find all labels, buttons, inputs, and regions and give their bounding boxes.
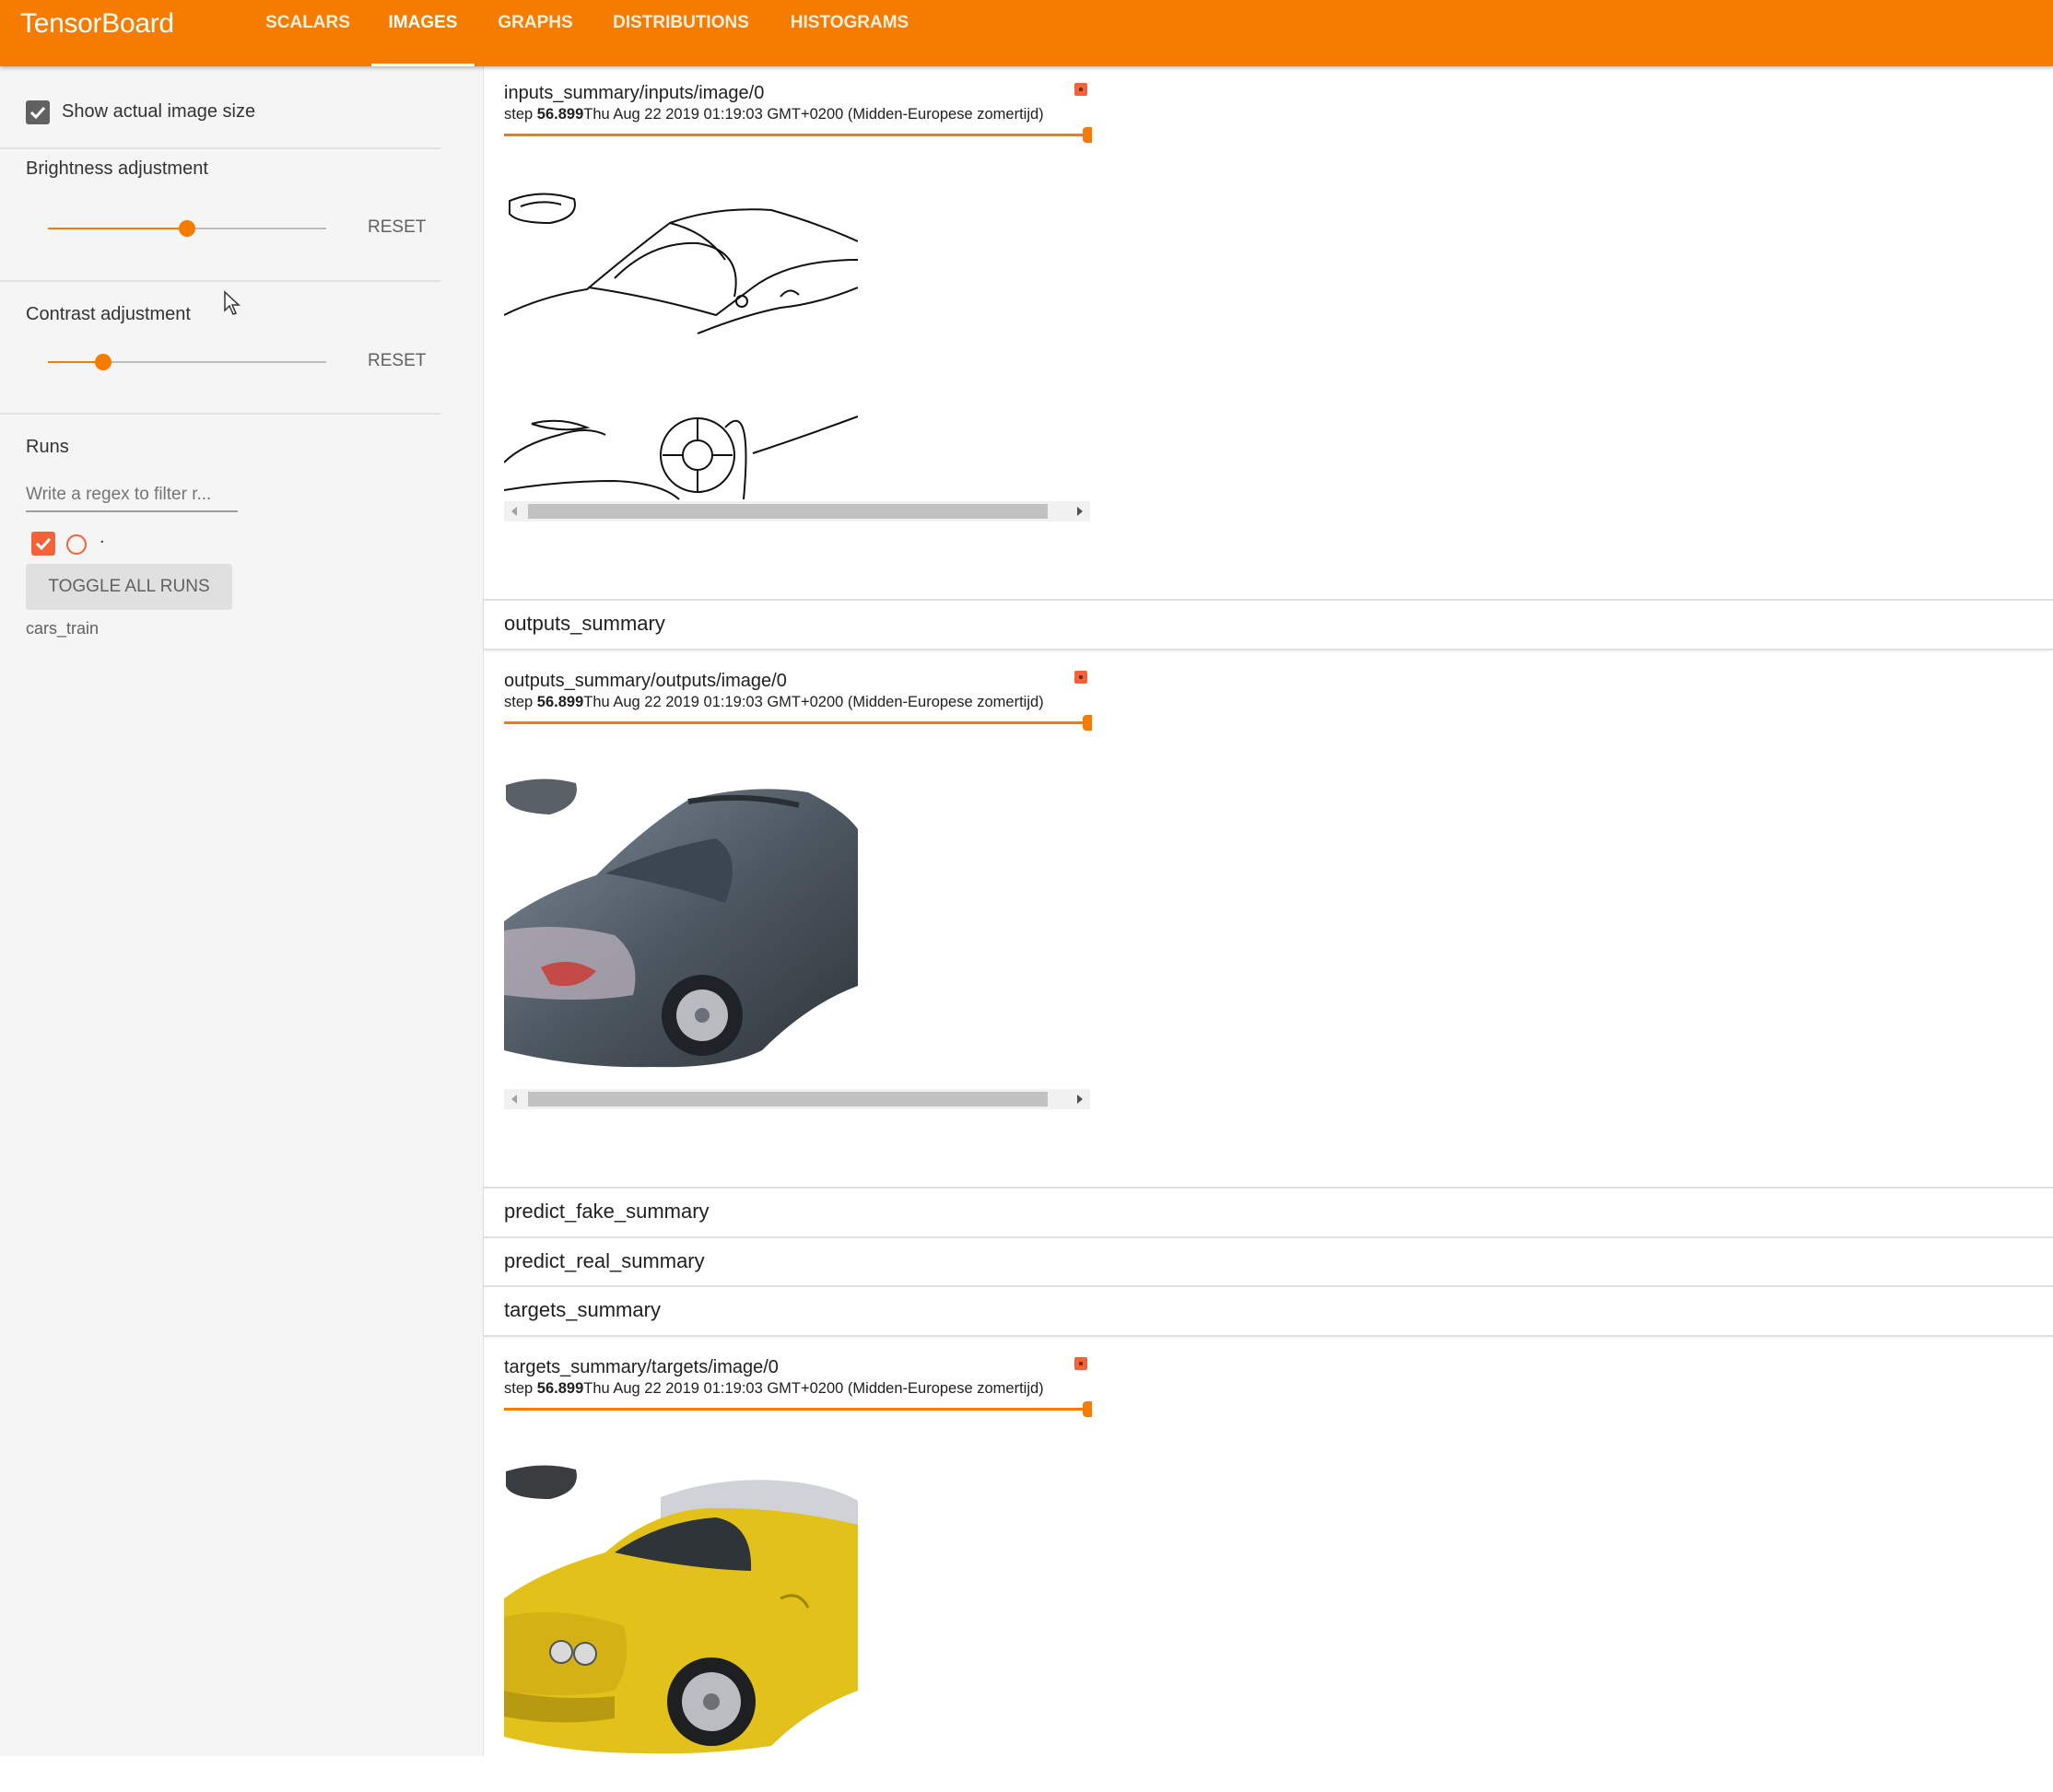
car-target-image bbox=[504, 1460, 858, 1755]
group-name: outputs_summary bbox=[504, 612, 665, 635]
step-slider[interactable] bbox=[504, 715, 1092, 731]
card-title: targets_summary/targets/image/0 bbox=[504, 1357, 779, 1377]
brightness-slider-knob[interactable] bbox=[179, 220, 195, 237]
car-edges-image bbox=[503, 186, 859, 519]
group-name: targets_summary bbox=[504, 1298, 661, 1321]
group-name: predict_real_summary bbox=[504, 1249, 705, 1272]
step-timestamp: Thu Aug 22 2019 01:19:03 GMT+0200 (Midde… bbox=[583, 106, 1044, 123]
scroll-thumb[interactable] bbox=[528, 1092, 1048, 1107]
step-slider-knob[interactable] bbox=[1083, 1401, 1092, 1417]
step-timestamp: Thu Aug 22 2019 01:19:03 GMT+0200 (Midde… bbox=[583, 694, 1044, 710]
step-slider-knob[interactable] bbox=[1083, 127, 1092, 143]
step-value: 56.899 bbox=[536, 1380, 584, 1397]
scroll-right-arrow-icon[interactable] bbox=[1077, 1095, 1083, 1104]
card-step-info: step 56.899Thu Aug 22 2019 01:19:03 GMT+… bbox=[504, 694, 1044, 711]
card-title: inputs_summary/inputs/image/0 bbox=[504, 83, 765, 103]
step-label: step bbox=[504, 106, 534, 123]
step-value: 56.899 bbox=[536, 694, 584, 710]
image-horizontal-scrollbar[interactable] bbox=[504, 1089, 1090, 1109]
step-slider-knob[interactable] bbox=[1083, 715, 1092, 731]
brightness-reset-button[interactable]: RESET bbox=[368, 217, 426, 238]
group-header-predict-real-summary[interactable]: predict_real_summary bbox=[484, 1236, 2053, 1288]
group-header-outputs-summary[interactable]: outputs_summary bbox=[484, 599, 2053, 650]
image-size-section: Show actual image size bbox=[0, 66, 440, 149]
run-color-flag-icon bbox=[1074, 83, 1087, 96]
run-name-label: cars_train bbox=[26, 619, 100, 638]
contrast-slider[interactable] bbox=[48, 354, 326, 370]
check-icon bbox=[29, 106, 46, 120]
card-title: outputs_summary/outputs/image/0 bbox=[504, 671, 787, 691]
check-icon bbox=[35, 537, 52, 551]
scroll-left-arrow-icon[interactable] bbox=[511, 507, 517, 516]
run-filter-input[interactable] bbox=[26, 479, 238, 512]
card-step-info: step 56.899Thu Aug 22 2019 01:19:03 GMT+… bbox=[504, 106, 1044, 123]
show-actual-size-checkbox[interactable] bbox=[26, 100, 50, 124]
run-checkbox[interactable] bbox=[31, 532, 55, 556]
main-content: inputs_summary/inputs/image/0 step 56.89… bbox=[484, 66, 2053, 1756]
step-label: step bbox=[504, 694, 534, 710]
brightness-slider-fill bbox=[48, 228, 187, 229]
top-app-bar: TensorBoard SCALARS IMAGES GRAPHS DISTRI… bbox=[0, 0, 2053, 66]
tab-distributions[interactable]: DISTRIBUTIONS bbox=[609, 0, 753, 66]
run-item-label: . bbox=[100, 527, 105, 547]
run-color-flag-icon bbox=[1074, 671, 1087, 684]
contrast-section bbox=[0, 282, 440, 415]
group-header-predict-fake-summary[interactable]: predict_fake_summary bbox=[484, 1187, 2053, 1238]
step-slider[interactable] bbox=[504, 1401, 1092, 1417]
run-color-flag-icon bbox=[1074, 1357, 1087, 1370]
runs-label: Runs bbox=[26, 437, 69, 457]
brightness-label: Brightness adjustment bbox=[26, 158, 208, 179]
card-step-info: step 56.899Thu Aug 22 2019 01:19:03 GMT+… bbox=[504, 1380, 1044, 1398]
group-header-targets-summary[interactable]: targets_summary bbox=[484, 1285, 2053, 1337]
step-label: step bbox=[504, 1380, 534, 1397]
step-slider[interactable] bbox=[504, 127, 1092, 143]
mouse-cursor-icon bbox=[224, 290, 240, 315]
image-horizontal-scrollbar[interactable] bbox=[504, 501, 1090, 521]
summary-image-generated bbox=[504, 774, 858, 1106]
tab-images[interactable]: IMAGES bbox=[371, 0, 475, 66]
run-color-circle-icon[interactable] bbox=[66, 534, 87, 555]
contrast-label: Contrast adjustment bbox=[26, 304, 191, 324]
scroll-right-arrow-icon[interactable] bbox=[1077, 507, 1083, 516]
scroll-left-arrow-icon[interactable] bbox=[511, 1095, 517, 1104]
tab-histograms[interactable]: HISTOGRAMS bbox=[787, 0, 912, 66]
tab-graphs[interactable]: GRAPHS bbox=[496, 0, 575, 66]
contrast-reset-button[interactable]: RESET bbox=[368, 351, 426, 371]
scroll-thumb[interactable] bbox=[528, 504, 1048, 519]
brightness-slider[interactable] bbox=[48, 220, 326, 237]
sidebar: Show actual image size RESET Contrast ad… bbox=[0, 66, 484, 1756]
group-name: predict_fake_summary bbox=[504, 1200, 710, 1223]
step-timestamp: Thu Aug 22 2019 01:19:03 GMT+0200 (Midde… bbox=[583, 1380, 1044, 1397]
toggle-all-runs-button[interactable]: TOGGLE ALL RUNS bbox=[26, 564, 232, 610]
step-value: 56.899 bbox=[536, 106, 584, 123]
summary-image-target bbox=[504, 1460, 858, 1792]
car-generated-image bbox=[504, 774, 858, 1106]
show-actual-size-label: Show actual image size bbox=[62, 101, 256, 122]
app-title: TensorBoard bbox=[20, 8, 174, 39]
tab-scalars[interactable]: SCALARS bbox=[264, 0, 351, 66]
summary-image-sketch bbox=[503, 186, 859, 519]
